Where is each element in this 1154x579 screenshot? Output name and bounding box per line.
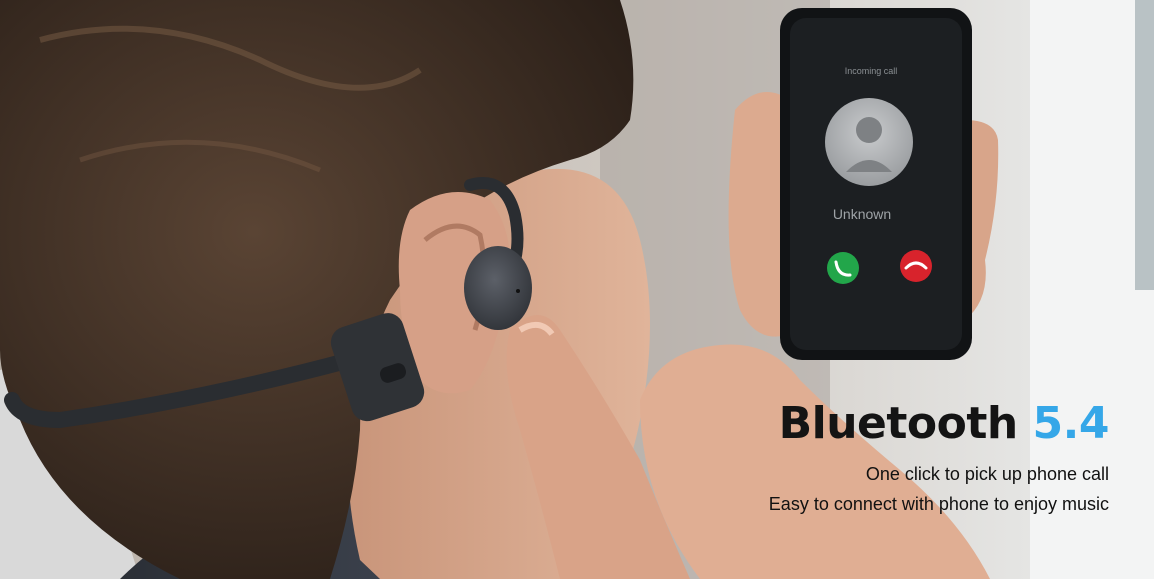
hero-title-version: 5.4 [1032, 398, 1110, 449]
background-window-frame [1135, 0, 1154, 290]
hero-line-2: Easy to connect with phone to enjoy musi… [768, 494, 1109, 514]
headset-pod [464, 246, 532, 330]
hero-title-word: Bluetooth [778, 398, 1019, 449]
scene-illustration: Incoming call Unknown [0, 0, 1154, 579]
caller-avatar-head [856, 117, 882, 143]
hero-title: Bluetooth 5.4 [778, 398, 1110, 449]
hero-line-1: One click to pick up phone call [865, 464, 1109, 484]
phone-decline-icon [900, 250, 932, 282]
headset-mic-dot [516, 289, 520, 293]
phone-answer-icon [827, 252, 859, 284]
product-banner: Incoming call Unknown Bluetooth 5.4 One … [0, 0, 1154, 579]
phone-call-label: Incoming call [845, 66, 898, 76]
caller-name: Unknown [833, 206, 891, 222]
